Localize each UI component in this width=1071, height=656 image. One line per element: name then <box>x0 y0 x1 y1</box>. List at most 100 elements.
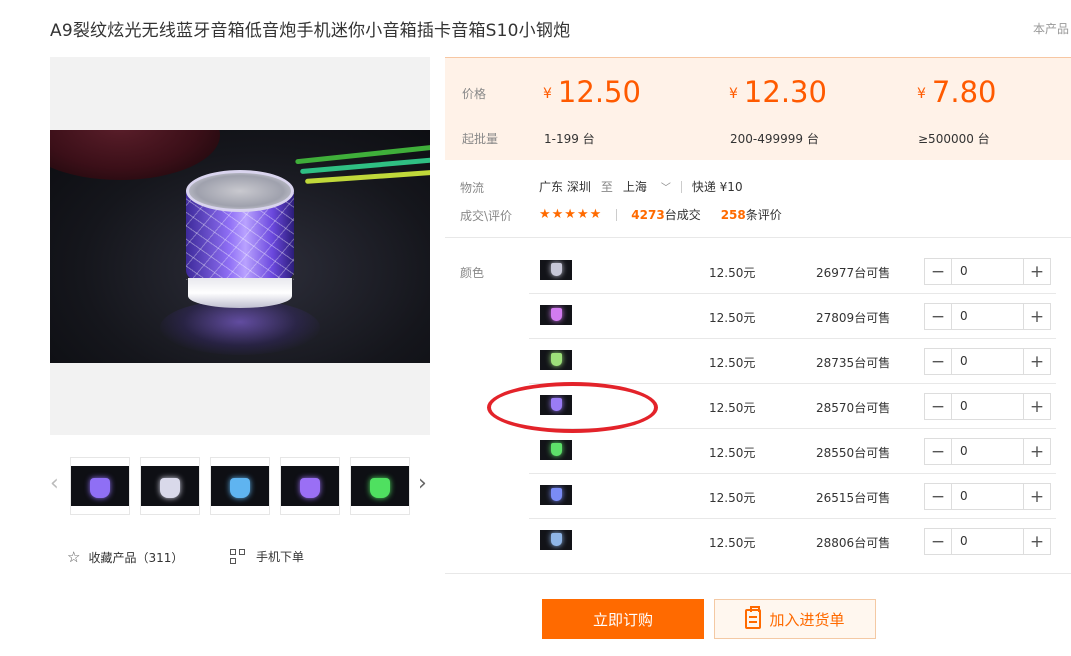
plus-button[interactable]: + <box>1023 394 1050 419</box>
sku-thumbnail[interactable] <box>540 305 572 325</box>
thumb-color <box>230 478 250 498</box>
sku-row: 12.50元 26977台可售 − 0 + <box>529 249 1056 294</box>
chevron-left-icon[interactable]: ‹ <box>50 471 59 496</box>
minus-button[interactable]: − <box>925 349 952 374</box>
minus-button[interactable]: − <box>925 439 952 464</box>
thumbnail[interactable] <box>140 457 200 515</box>
buy-now-button[interactable]: 立即订购 <box>542 599 704 639</box>
quantity-input[interactable]: 0 <box>952 259 1023 284</box>
sold-suffix: 台成交 <box>664 208 701 222</box>
clipboard-icon <box>745 606 762 629</box>
quantity-stepper: − 0 + <box>924 528 1051 555</box>
divider <box>445 573 1071 574</box>
review-suffix: 条评价 <box>745 208 782 222</box>
price-panel: 价格 起批量 ¥12.50 1-199 台 ¥12.30 200-499999 … <box>445 57 1071 160</box>
thumbnail[interactable] <box>280 457 340 515</box>
thumbnail[interactable] <box>210 457 270 515</box>
sku-stock: 26977台可售 <box>816 266 891 280</box>
sku-row: 12.50元 28735台可售 − 0 + <box>529 339 1056 384</box>
side-note: 本产品 <box>1033 22 1070 36</box>
quantity-stepper: − 0 + <box>924 393 1051 420</box>
tier-price: ¥12.30 <box>729 75 827 109</box>
rating-stars: ★★★★★ <box>539 207 603 222</box>
quantity-input[interactable]: 0 <box>952 439 1023 464</box>
sku-stock: 28806台可售 <box>816 536 891 550</box>
sku-stock: 27809台可售 <box>816 311 891 325</box>
product-title: A9裂纹炫光无线蓝牙音箱低音炮手机迷你小音箱插卡音箱S10小钢炮 <box>50 21 571 41</box>
chevron-right-icon[interactable]: › <box>418 471 427 496</box>
plus-button[interactable]: + <box>1023 349 1050 374</box>
main-image-box[interactable] <box>50 57 430 435</box>
minus-button[interactable]: − <box>925 304 952 329</box>
quantity-stepper: − 0 + <box>924 483 1051 510</box>
plus-button[interactable]: + <box>1023 439 1050 464</box>
logistics-info: 广东 深圳 至 上海 ﹀ 快递 ¥10 <box>539 178 743 195</box>
currency-symbol: ¥ <box>543 86 552 102</box>
quantity-input[interactable]: 0 <box>952 394 1023 419</box>
logistics-label: 物流 <box>460 181 485 195</box>
sku-price: 12.50元 <box>709 401 756 415</box>
minus-button[interactable]: − <box>925 394 952 419</box>
quantity-input[interactable]: 0 <box>952 304 1023 329</box>
ship-to-select[interactable]: 上海 <box>623 178 647 195</box>
divider <box>445 237 1071 238</box>
thumbnail-strip: ‹ › <box>50 457 430 515</box>
thumbnail[interactable] <box>70 457 130 515</box>
plate-decor <box>50 130 220 180</box>
min-order-label: 起批量 <box>462 132 499 146</box>
sku-price: 12.50元 <box>709 446 756 460</box>
minus-button[interactable]: − <box>925 529 952 554</box>
quantity-stepper: − 0 + <box>924 348 1051 375</box>
plus-button[interactable]: + <box>1023 529 1050 554</box>
sku-row: 12.50元 28550台可售 − 0 + <box>529 429 1056 474</box>
speaker-grille <box>186 170 294 212</box>
sold-count[interactable]: 4273 <box>631 208 664 222</box>
add-to-cart-button[interactable]: 加入进货单 <box>714 599 876 639</box>
review-count[interactable]: 258 <box>721 208 746 222</box>
quantity-input[interactable]: 0 <box>952 484 1023 509</box>
thumb-color <box>300 478 320 498</box>
sku-price: 12.50元 <box>709 491 756 505</box>
sku-thumbnail[interactable] <box>540 530 572 550</box>
add-to-cart-label: 加入进货单 <box>769 610 845 629</box>
minus-button[interactable]: − <box>925 484 952 509</box>
sku-thumbnail[interactable] <box>540 350 572 370</box>
sku-price: 12.50元 <box>709 536 756 550</box>
divider <box>616 208 618 221</box>
minus-button[interactable]: − <box>925 259 952 284</box>
plus-button[interactable]: + <box>1023 484 1050 509</box>
chevron-down-icon[interactable]: ﹀ <box>661 179 671 194</box>
quantity-input[interactable]: 0 <box>952 529 1023 554</box>
sku-stock: 28570台可售 <box>816 401 891 415</box>
mobile-order-label: 手机下单 <box>256 550 305 564</box>
thumbnail[interactable] <box>350 457 410 515</box>
sku-price: 12.50元 <box>709 356 756 370</box>
sku-price: 12.50元 <box>709 311 756 325</box>
speaker-glow <box>160 300 320 355</box>
tier-range: ≥500000 台 <box>918 132 990 146</box>
mobile-order-link[interactable]: 手机下单 <box>230 548 304 565</box>
star-outline-icon: ☆ <box>67 548 81 566</box>
tier-range: 200-499999 台 <box>730 132 819 146</box>
sku-thumbnail[interactable] <box>540 485 572 505</box>
sku-row: 12.50元 27809台可售 − 0 + <box>529 294 1056 339</box>
sku-stock: 26515台可售 <box>816 491 891 505</box>
ship-from: 广东 深圳 <box>539 180 591 194</box>
to-word: 至 <box>600 180 613 194</box>
quantity-stepper: − 0 + <box>924 303 1051 330</box>
tier-price: ¥7.80 <box>917 75 997 109</box>
sku-thumbnail[interactable] <box>540 260 572 280</box>
tier-price-value: 7.80 <box>931 75 997 109</box>
main-product-image <box>50 130 430 363</box>
plus-button[interactable]: + <box>1023 259 1050 284</box>
favorite-label: 收藏产品（311） <box>88 550 184 565</box>
qr-code-icon <box>230 548 246 565</box>
tier-price-value: 12.30 <box>743 75 827 109</box>
quantity-input[interactable]: 0 <box>952 349 1023 374</box>
plus-button[interactable]: + <box>1023 304 1050 329</box>
deals-label: 成交\评价 <box>460 209 513 223</box>
sku-row: 12.50元 28806台可售 − 0 + <box>529 519 1056 564</box>
sku-thumbnail[interactable] <box>540 440 572 460</box>
favorite-link[interactable]: ☆ 收藏产品（311） <box>67 548 183 566</box>
sku-row: 12.50元 26515台可售 − 0 + <box>529 474 1056 519</box>
